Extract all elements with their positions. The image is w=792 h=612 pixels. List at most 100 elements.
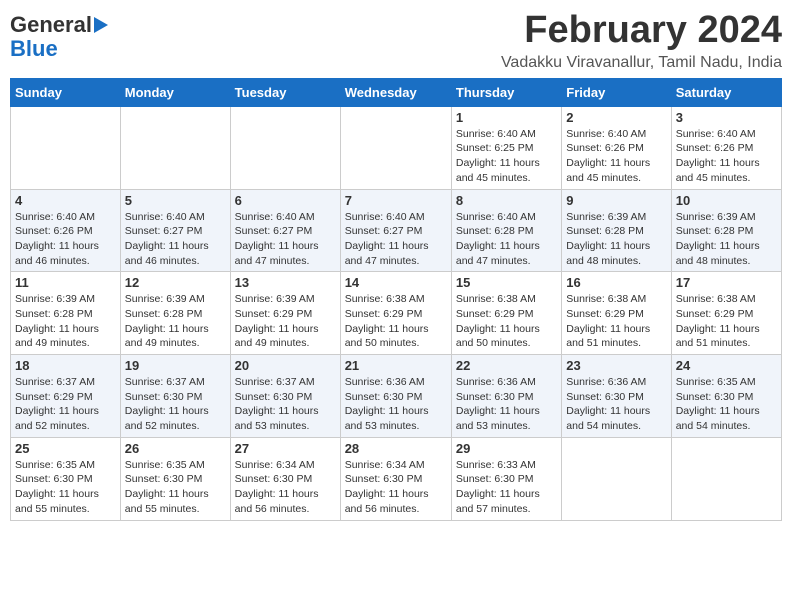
header: General Blue February 2024 Vadakku Virav… [10,10,782,72]
day-info: Sunrise: 6:37 AM Sunset: 6:30 PM Dayligh… [235,375,336,434]
day-number: 8 [456,193,557,208]
header-row: SundayMondayTuesdayWednesdayThursdayFrid… [11,78,782,106]
calendar-cell: 20 Sunrise: 6:37 AM Sunset: 6:30 PM Dayli… [230,355,340,438]
day-number: 18 [15,358,116,373]
day-info: Sunrise: 6:40 AM Sunset: 6:25 PM Dayligh… [456,127,557,186]
day-number: 4 [15,193,116,208]
column-header-tuesday: Tuesday [230,78,340,106]
week-row-2: 4 Sunrise: 6:40 AM Sunset: 6:26 PM Daylig… [11,189,782,272]
day-info: Sunrise: 6:39 AM Sunset: 6:28 PM Dayligh… [15,292,116,351]
day-number: 16 [566,275,666,290]
day-info: Sunrise: 6:40 AM Sunset: 6:26 PM Dayligh… [676,127,777,186]
week-row-4: 18 Sunrise: 6:37 AM Sunset: 6:29 PM Dayli… [11,355,782,438]
day-info: Sunrise: 6:33 AM Sunset: 6:30 PM Dayligh… [456,458,557,517]
day-info: Sunrise: 6:38 AM Sunset: 6:29 PM Dayligh… [566,292,666,351]
calendar-cell: 26 Sunrise: 6:35 AM Sunset: 6:30 PM Dayli… [120,437,230,520]
column-header-sunday: Sunday [11,78,121,106]
calendar-cell [562,437,671,520]
day-number: 12 [125,275,226,290]
day-info: Sunrise: 6:39 AM Sunset: 6:28 PM Dayligh… [566,210,666,269]
day-number: 15 [456,275,557,290]
week-row-3: 11 Sunrise: 6:39 AM Sunset: 6:28 PM Dayli… [11,272,782,355]
day-number: 13 [235,275,336,290]
day-info: Sunrise: 6:36 AM Sunset: 6:30 PM Dayligh… [345,375,447,434]
calendar-cell: 8 Sunrise: 6:40 AM Sunset: 6:28 PM Daylig… [451,189,561,272]
calendar-cell: 23 Sunrise: 6:36 AM Sunset: 6:30 PM Dayli… [562,355,671,438]
calendar-cell: 5Sunrise: 6:40 AM Sunset: 6:27 PM Daylig… [120,189,230,272]
day-number: 29 [456,441,557,456]
calendar-table: SundayMondayTuesdayWednesdayThursdayFrid… [10,78,782,521]
day-number: 17 [676,275,777,290]
week-row-1: 1 Sunrise: 6:40 AM Sunset: 6:25 PM Daylig… [11,106,782,189]
calendar-cell: 1 Sunrise: 6:40 AM Sunset: 6:25 PM Daylig… [451,106,561,189]
day-number: 6 [235,193,336,208]
day-info: Sunrise: 6:40 AM Sunset: 6:26 PM Dayligh… [15,210,116,269]
logo-arrow-icon [94,17,108,33]
day-number: 14 [345,275,447,290]
day-number: 1 [456,110,557,125]
column-header-monday: Monday [120,78,230,106]
logo-blue: Blue [10,36,58,62]
calendar-cell: 19 Sunrise: 6:37 AM Sunset: 6:30 PM Dayli… [120,355,230,438]
day-info: Sunrise: 6:40 AM Sunset: 6:27 PM Dayligh… [235,210,336,269]
day-number: 11 [15,275,116,290]
calendar-cell: 27Sunrise: 6:34 AM Sunset: 6:30 PM Dayli… [230,437,340,520]
calendar-cell [120,106,230,189]
calendar-cell [11,106,121,189]
calendar-cell [230,106,340,189]
calendar-cell: 2Sunrise: 6:40 AM Sunset: 6:26 PM Daylig… [562,106,671,189]
calendar-cell: 10Sunrise: 6:39 AM Sunset: 6:28 PM Dayli… [671,189,781,272]
calendar-cell: 18 Sunrise: 6:37 AM Sunset: 6:29 PM Dayli… [11,355,121,438]
calendar-cell: 3 Sunrise: 6:40 AM Sunset: 6:26 PM Daylig… [671,106,781,189]
title-area: February 2024 Vadakku Viravanallur, Tami… [501,10,782,72]
day-info: Sunrise: 6:34 AM Sunset: 6:30 PM Dayligh… [345,458,447,517]
day-number: 20 [235,358,336,373]
calendar-cell: 29 Sunrise: 6:33 AM Sunset: 6:30 PM Dayli… [451,437,561,520]
day-info: Sunrise: 6:40 AM Sunset: 6:27 PM Dayligh… [345,210,447,269]
column-header-wednesday: Wednesday [340,78,451,106]
calendar-cell: 21 Sunrise: 6:36 AM Sunset: 6:30 PM Dayli… [340,355,451,438]
day-info: Sunrise: 6:40 AM Sunset: 6:27 PM Dayligh… [125,210,226,269]
logo: General Blue [10,10,108,62]
calendar-cell: 12 Sunrise: 6:39 AM Sunset: 6:28 PM Dayli… [120,272,230,355]
day-info: Sunrise: 6:40 AM Sunset: 6:26 PM Dayligh… [566,127,666,186]
calendar-cell: 17Sunrise: 6:38 AM Sunset: 6:29 PM Dayli… [671,272,781,355]
day-number: 21 [345,358,447,373]
calendar-cell: 25Sunrise: 6:35 AM Sunset: 6:30 PM Dayli… [11,437,121,520]
calendar-cell: 28 Sunrise: 6:34 AM Sunset: 6:30 PM Dayli… [340,437,451,520]
day-info: Sunrise: 6:35 AM Sunset: 6:30 PM Dayligh… [15,458,116,517]
day-info: Sunrise: 6:40 AM Sunset: 6:28 PM Dayligh… [456,210,557,269]
day-number: 10 [676,193,777,208]
day-info: Sunrise: 6:39 AM Sunset: 6:28 PM Dayligh… [125,292,226,351]
day-number: 23 [566,358,666,373]
column-header-saturday: Saturday [671,78,781,106]
day-number: 22 [456,358,557,373]
calendar-cell: 9 Sunrise: 6:39 AM Sunset: 6:28 PM Daylig… [562,189,671,272]
day-info: Sunrise: 6:35 AM Sunset: 6:30 PM Dayligh… [125,458,226,517]
day-number: 26 [125,441,226,456]
calendar-cell: 15 Sunrise: 6:38 AM Sunset: 6:29 PM Dayli… [451,272,561,355]
day-info: Sunrise: 6:39 AM Sunset: 6:29 PM Dayligh… [235,292,336,351]
day-info: Sunrise: 6:34 AM Sunset: 6:30 PM Dayligh… [235,458,336,517]
column-header-friday: Friday [562,78,671,106]
day-info: Sunrise: 6:37 AM Sunset: 6:29 PM Dayligh… [15,375,116,434]
day-number: 9 [566,193,666,208]
day-number: 28 [345,441,447,456]
day-info: Sunrise: 6:37 AM Sunset: 6:30 PM Dayligh… [125,375,226,434]
day-info: Sunrise: 6:38 AM Sunset: 6:29 PM Dayligh… [456,292,557,351]
day-info: Sunrise: 6:36 AM Sunset: 6:30 PM Dayligh… [456,375,557,434]
month-title: February 2024 [501,10,782,52]
calendar-cell: 24Sunrise: 6:35 AM Sunset: 6:30 PM Dayli… [671,355,781,438]
day-info: Sunrise: 6:36 AM Sunset: 6:30 PM Dayligh… [566,375,666,434]
calendar-cell: 6 Sunrise: 6:40 AM Sunset: 6:27 PM Daylig… [230,189,340,272]
calendar-cell: 14 Sunrise: 6:38 AM Sunset: 6:29 PM Dayli… [340,272,451,355]
logo-general: General [10,14,92,36]
day-info: Sunrise: 6:38 AM Sunset: 6:29 PM Dayligh… [345,292,447,351]
day-number: 7 [345,193,447,208]
day-info: Sunrise: 6:35 AM Sunset: 6:30 PM Dayligh… [676,375,777,434]
week-row-5: 25Sunrise: 6:35 AM Sunset: 6:30 PM Dayli… [11,437,782,520]
column-header-thursday: Thursday [451,78,561,106]
day-number: 19 [125,358,226,373]
calendar-cell: 7 Sunrise: 6:40 AM Sunset: 6:27 PM Daylig… [340,189,451,272]
day-number: 3 [676,110,777,125]
